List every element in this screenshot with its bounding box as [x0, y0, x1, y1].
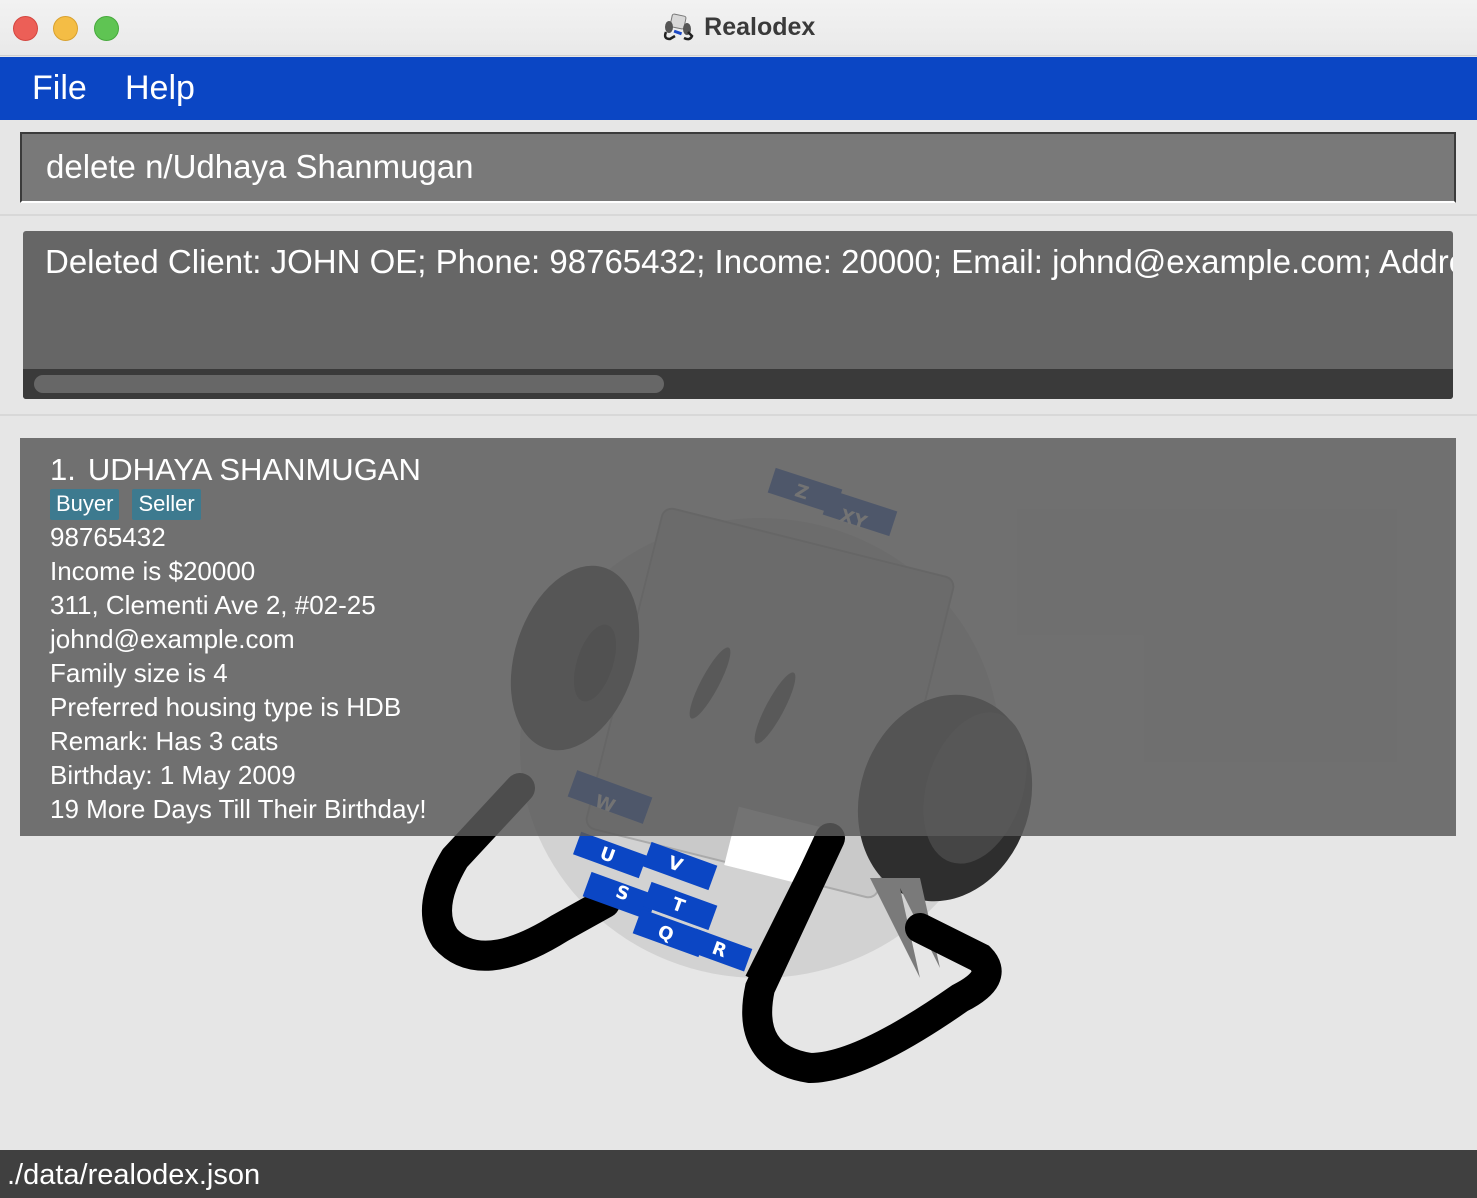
person-tags: Buyer Seller [50, 489, 214, 520]
person-birthday: Birthday: 1 May 2009 [50, 760, 296, 790]
person-income: Income is $20000 [50, 556, 256, 586]
window-title: Realodex [704, 12, 816, 41]
person-name: UDHAYA SHANMUGAN [87, 452, 421, 487]
person-list-panel: Z XY W U V S T Q R 1.UDHAYA SHANMUGAN Bu… [0, 418, 1477, 1150]
title-bar: Realodex [0, 0, 1477, 56]
menu-bar: File Help [0, 57, 1477, 120]
tag-seller: Seller [132, 489, 201, 520]
person-address: 311, Clementi Ave 2, #02-25 [50, 590, 376, 620]
horizontal-scrollbar[interactable] [23, 369, 1453, 399]
status-bar: ./data/realodex.json [0, 1150, 1477, 1198]
result-display[interactable]: Deleted Client: JOHN OE; Phone: 98765432… [23, 231, 1453, 399]
person-index: 1. [50, 452, 76, 487]
person-phone: 98765432 [50, 522, 166, 552]
command-box-area: delete n/Udhaya Shanmugan [0, 120, 1477, 216]
person-family-size: Family size is 4 [50, 658, 228, 688]
scrollbar-thumb[interactable] [34, 375, 664, 393]
tag-buyer: Buyer [50, 489, 120, 520]
result-display-area: Deleted Client: JOHN OE; Phone: 98765432… [0, 218, 1477, 416]
person-remark: Remark: Has 3 cats [50, 726, 279, 756]
menu-file[interactable]: File [32, 69, 87, 108]
person-card[interactable]: 1. UDHAYA SHANMUGAN Buyer Seller 98765432 … [20, 438, 1456, 836]
window-title-group: Realodex [0, 12, 1477, 44]
result-message: Deleted Client: JOHN OE; Phone: 98765432… [45, 243, 1453, 280]
person-email: johnd@example.com [50, 624, 295, 654]
rolodex-app-icon [663, 13, 694, 41]
save-file-path: ./data/realodex.json [7, 1159, 261, 1191]
command-input[interactable]: delete n/Udhaya Shanmugan [20, 132, 1456, 203]
person-housing-type: Preferred housing type is HDB [50, 692, 402, 722]
menu-help[interactable]: Help [125, 69, 195, 108]
person-name-row: 1. UDHAYA SHANMUGAN [50, 452, 421, 488]
person-birthday-countdown: 19 More Days Till Their Birthday! [50, 794, 427, 824]
